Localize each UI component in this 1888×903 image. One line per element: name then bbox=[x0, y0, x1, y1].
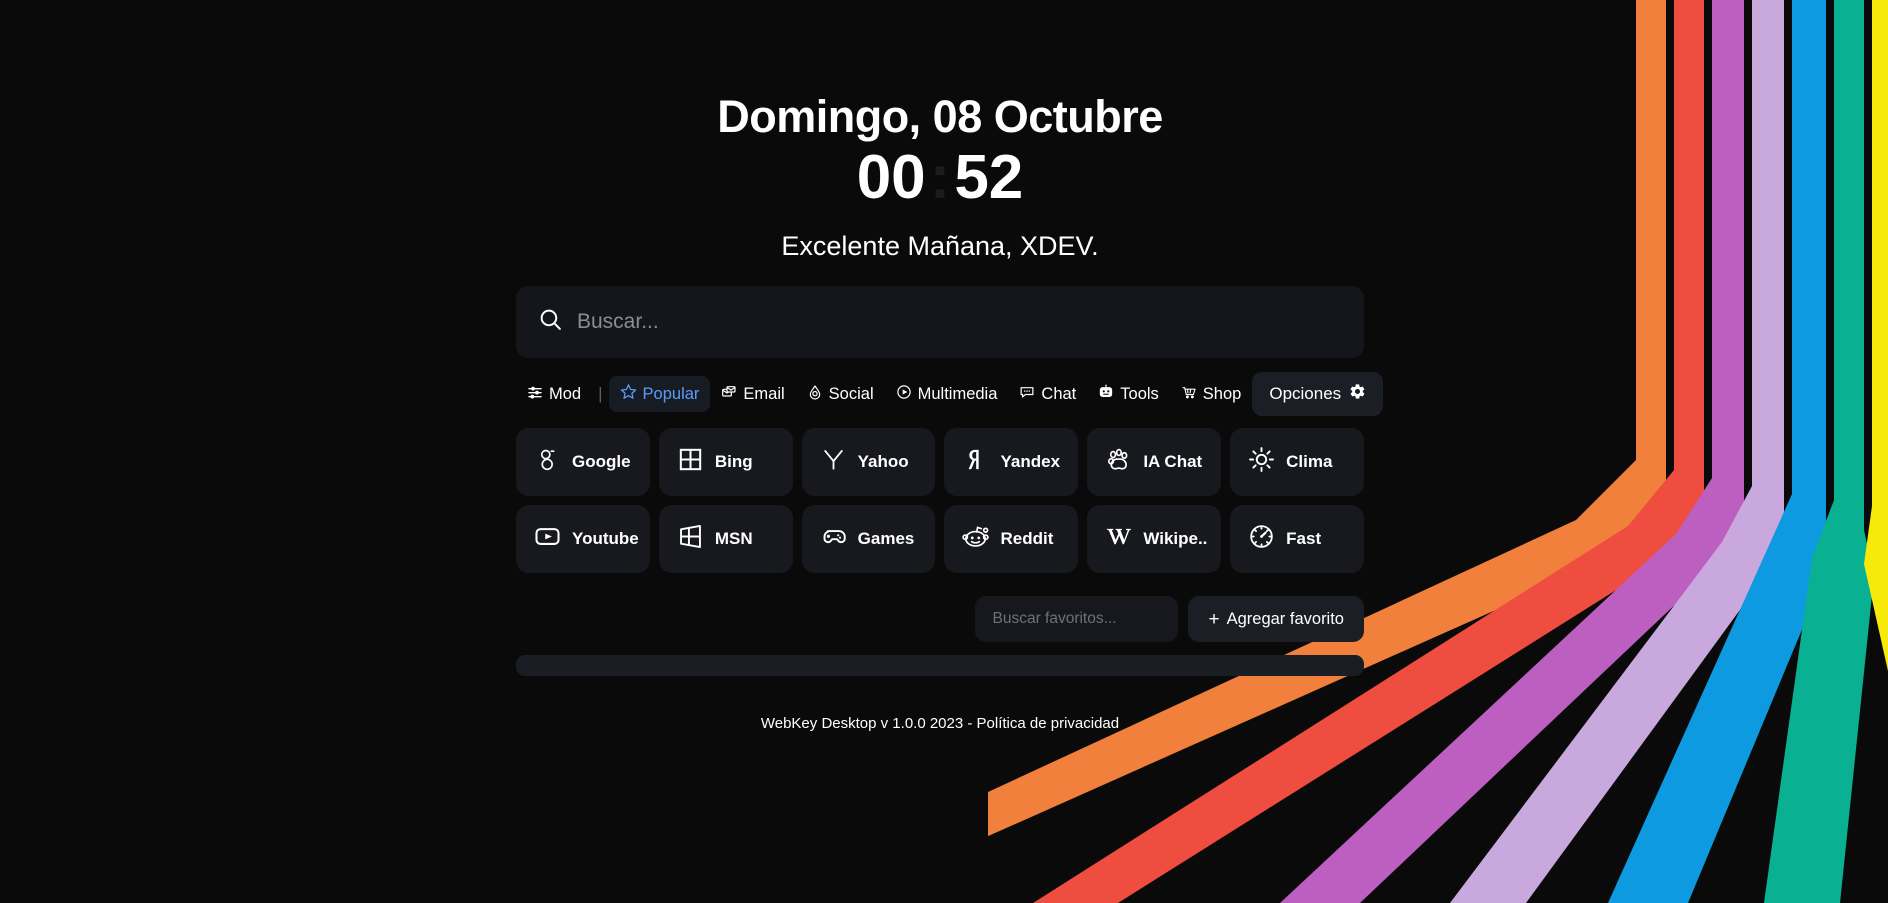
tile-bing[interactable]: Bing bbox=[658, 428, 793, 497]
play-circle-icon bbox=[896, 384, 912, 405]
search-input[interactable] bbox=[563, 286, 1364, 359]
sliders-icon bbox=[527, 384, 543, 405]
tile-label: Wikipe.. bbox=[1143, 529, 1208, 549]
clock-hours: 00 bbox=[856, 143, 926, 213]
tile-label: Bing bbox=[714, 452, 753, 472]
category-label: Tools bbox=[1120, 384, 1159, 403]
webkey-desktop-page: Domingo, 08 Octubre 00 : 52 Excelente Ma… bbox=[0, 0, 1888, 903]
tile-label: IA Chat bbox=[1143, 452, 1203, 472]
clock-time: 00 : 52 bbox=[857, 147, 1024, 209]
bing-grid-icon bbox=[677, 446, 704, 478]
category-social[interactable]: Social bbox=[796, 377, 885, 412]
wikipedia-w-icon bbox=[1105, 523, 1132, 555]
tile-yahoo[interactable]: Yahoo bbox=[801, 428, 936, 497]
tile-label: Google bbox=[572, 452, 631, 472]
add-favorite-button[interactable]: + Agregar favorito bbox=[1188, 596, 1364, 643]
sun-icon bbox=[1248, 446, 1275, 478]
search-icon bbox=[538, 307, 563, 337]
category-label: Multimedia bbox=[917, 384, 998, 403]
tile-fast[interactable]: Fast bbox=[1230, 505, 1364, 574]
gamepad-icon bbox=[820, 523, 847, 555]
clock-minutes: 52 bbox=[954, 143, 1024, 213]
tile-ia-chat[interactable]: IA Chat bbox=[1087, 428, 1222, 497]
category-email[interactable]: Email bbox=[710, 377, 795, 412]
clock-separator: : bbox=[929, 143, 951, 213]
category-label: Email bbox=[743, 384, 785, 403]
category-tools[interactable]: Tools bbox=[1087, 377, 1170, 412]
tile-label: Yahoo bbox=[857, 452, 909, 472]
options-label: Opciones bbox=[1269, 384, 1342, 404]
yandex-icon bbox=[962, 446, 989, 478]
category-shop[interactable]: Shop bbox=[1170, 377, 1253, 412]
mail-icon bbox=[721, 384, 737, 405]
add-favorite-label: Agregar favorito bbox=[1226, 609, 1344, 628]
tile-youtube[interactable]: Youtube bbox=[516, 505, 650, 574]
tile-label: Reddit bbox=[1000, 529, 1054, 549]
category-chat[interactable]: Chat bbox=[1008, 377, 1087, 412]
category-label: Shop bbox=[1202, 384, 1242, 403]
tile-label: Fast bbox=[1286, 529, 1322, 549]
category-label: Popular bbox=[642, 384, 700, 403]
tile-msn[interactable]: MSN bbox=[658, 505, 793, 574]
category-mod[interactable]: Mod bbox=[516, 377, 592, 412]
date-heading: Domingo, 08 Octubre bbox=[717, 91, 1163, 142]
tile-yandex[interactable]: Yandex bbox=[944, 428, 1079, 497]
google-icon bbox=[534, 446, 561, 478]
youtube-play-icon bbox=[534, 523, 561, 555]
plus-icon: + bbox=[1208, 608, 1220, 630]
favorites-search-input[interactable] bbox=[975, 596, 1179, 643]
tile-label: Clima bbox=[1286, 452, 1333, 472]
category-multimedia[interactable]: Multimedia bbox=[885, 377, 1009, 412]
gear-icon bbox=[1349, 383, 1366, 405]
cart-icon bbox=[1181, 384, 1197, 405]
tile-wikipedia[interactable]: Wikipe.. bbox=[1087, 505, 1222, 574]
tile-reddit[interactable]: Reddit bbox=[944, 505, 1079, 574]
paw-icon bbox=[1105, 446, 1132, 478]
windows-icon bbox=[677, 523, 704, 555]
tile-label: MSN bbox=[714, 529, 753, 549]
yahoo-y-icon bbox=[820, 446, 847, 478]
category-popular[interactable]: Popular bbox=[608, 376, 711, 413]
category-label: Mod bbox=[549, 384, 582, 403]
star-icon bbox=[620, 383, 637, 405]
favorites-toolbar: + Agregar favorito bbox=[516, 596, 1364, 643]
main-content: Domingo, 08 Octubre 00 : 52 Excelente Ma… bbox=[0, 0, 1880, 903]
category-nav: Mod | Popular Email Social Multimedia Ch… bbox=[516, 372, 1384, 417]
tile-label: Games bbox=[857, 529, 915, 549]
search-bar[interactable] bbox=[516, 286, 1364, 359]
tile-games[interactable]: Games bbox=[801, 505, 936, 574]
speedometer-icon bbox=[1248, 523, 1275, 555]
tile-label: Yandex bbox=[1000, 452, 1061, 472]
shortcut-grid: Google Bing Yahoo Yandex IA Chat Clima Y… bbox=[516, 428, 1364, 574]
social-icon bbox=[807, 384, 823, 405]
nav-divider: | bbox=[598, 384, 603, 404]
footer-text: WebKey Desktop v 1.0.0 2023 - Política d… bbox=[760, 715, 1120, 733]
tile-google[interactable]: Google bbox=[516, 428, 650, 497]
greeting-text: Excelente Mañana, XDEV. bbox=[781, 231, 1099, 262]
options-button[interactable]: Opciones bbox=[1252, 372, 1384, 417]
favorites-list[interactable] bbox=[516, 655, 1364, 677]
category-label: Social bbox=[828, 384, 874, 403]
category-label: Chat bbox=[1041, 384, 1077, 403]
chat-bubble-icon bbox=[1019, 384, 1035, 405]
reddit-icon bbox=[962, 523, 990, 555]
robot-icon bbox=[1098, 384, 1114, 405]
tile-label: Youtube bbox=[572, 529, 639, 549]
tile-clima[interactable]: Clima bbox=[1230, 428, 1364, 497]
